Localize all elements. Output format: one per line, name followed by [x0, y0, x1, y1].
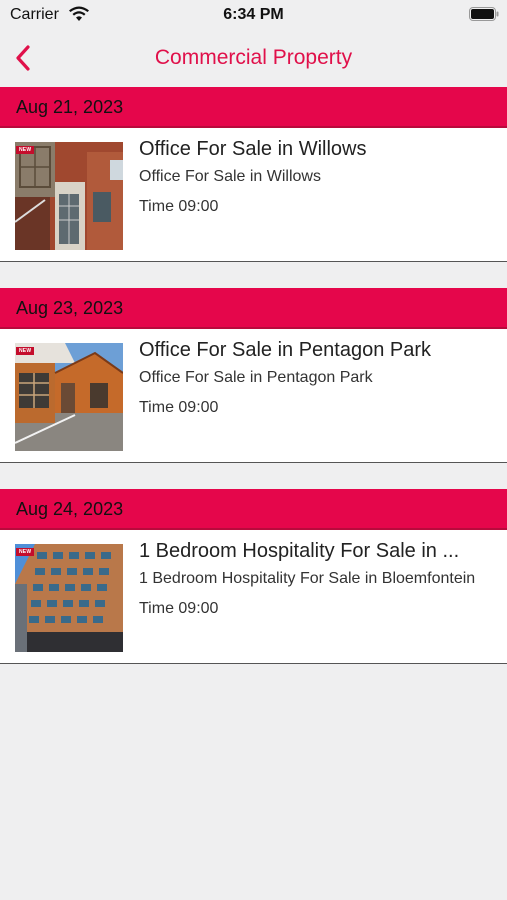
listing-subtitle: Office For Sale in Pentagon Park	[139, 369, 373, 386]
listing-subtitle: 1 Bedroom Hospitality For Sale in Bloemf…	[139, 570, 476, 587]
page-title: Commercial Property	[154, 46, 353, 69]
listing-time: Time 09:00	[139, 198, 219, 215]
listing-row[interactable]: NEW 1 Bedroom Hospitality For Sale in ..…	[0, 530, 507, 664]
new-badge: NEW	[16, 548, 35, 556]
battery-icon	[469, 7, 499, 21]
listing-thumbnail: NEW	[15, 142, 123, 250]
section-date-header: Aug 23, 2023	[0, 288, 507, 329]
listing-row[interactable]: NEW Office For Sale in Pentagon Park Off…	[0, 329, 507, 463]
listing-thumbnail: NEW	[15, 343, 123, 451]
listing-row[interactable]: NEW Office For Sale in Willows Office Fo…	[0, 128, 507, 262]
date-section: Aug 23, 2023 NEW Office For Sale in Pent…	[0, 288, 507, 463]
listing-title: Office For Sale in Willows	[139, 138, 367, 160]
navigation-bar: Commercial Property	[0, 30, 507, 86]
listing-thumbnail: NEW	[15, 544, 123, 652]
listing-title: 1 Bedroom Hospitality For Sale in ...	[139, 540, 460, 562]
listing-title: Office For Sale in Pentagon Park	[139, 339, 432, 361]
section-date-header: Aug 21, 2023	[0, 87, 507, 128]
listing-subtitle: Office For Sale in Willows	[139, 168, 321, 185]
listing-time: Time 09:00	[139, 600, 219, 617]
section-date-header: Aug 24, 2023	[0, 489, 507, 530]
date-section: Aug 24, 2023 NEW 1 Bedroom Hospitality F…	[0, 489, 507, 664]
new-badge: NEW	[16, 347, 35, 355]
listing-time: Time 09:00	[139, 399, 219, 416]
listing-sections: Aug 21, 2023 NEW Office For Sale in Will…	[0, 87, 507, 690]
date-section: Aug 21, 2023 NEW Office For Sale in Will…	[0, 87, 507, 262]
status-bar: Carrier 6:34 PM	[0, 0, 507, 30]
new-badge: NEW	[16, 146, 35, 154]
status-time: 6:34 PM	[223, 6, 284, 23]
